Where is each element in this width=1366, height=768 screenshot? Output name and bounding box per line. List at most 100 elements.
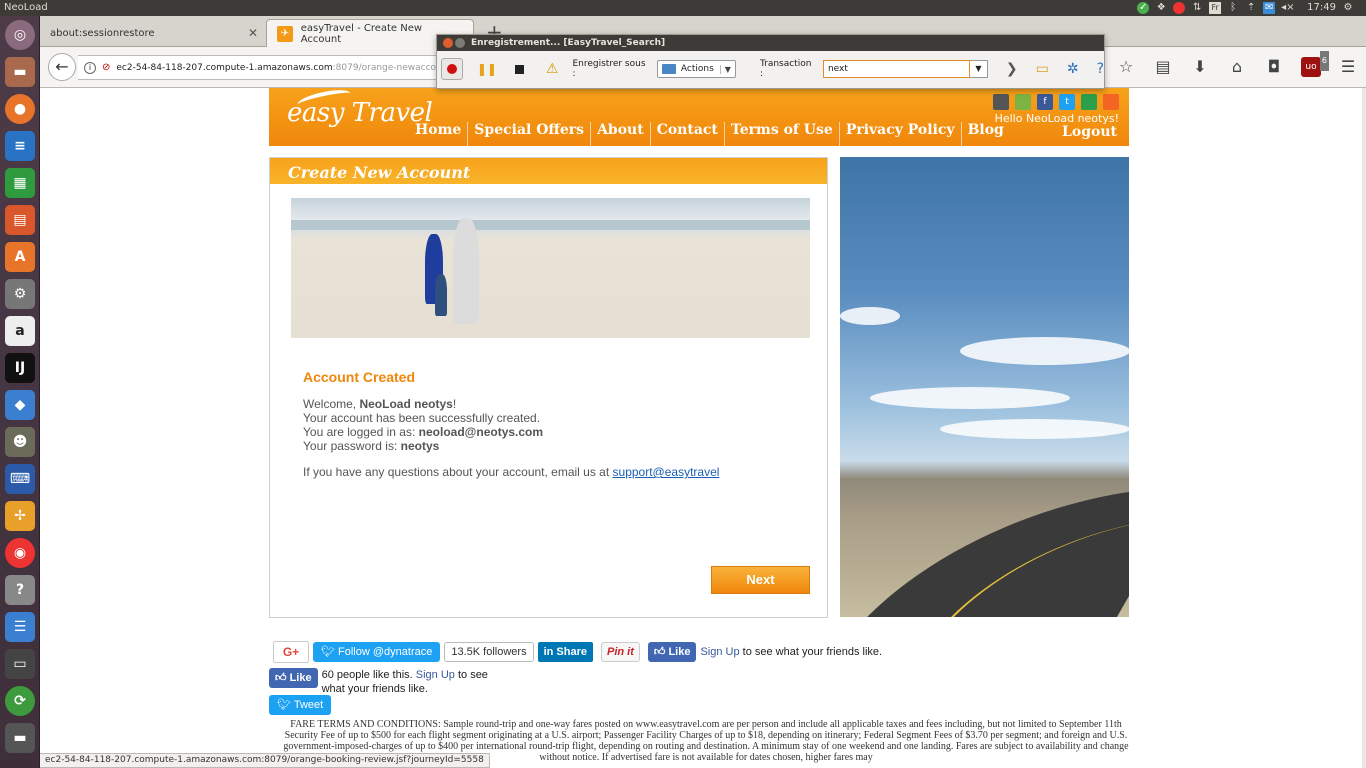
bookmark-star-icon[interactable]: ☆: [1116, 57, 1136, 77]
settings-icon[interactable]: ⚙: [5, 279, 35, 309]
window-close-button[interactable]: [443, 38, 453, 48]
linkedin-share-button[interactable]: in Share: [537, 642, 593, 662]
impress-icon[interactable]: ▤: [5, 205, 35, 235]
chrome-icon[interactable]: [1173, 2, 1186, 14]
info-icon[interactable]: i: [84, 61, 96, 74]
neoload-window-title: Enregistrement... [EasyTravel_Search]: [471, 38, 666, 48]
intellij-icon[interactable]: IJ: [5, 353, 35, 383]
gear-icon[interactable]: ⚙: [1342, 2, 1354, 14]
header-social-icons: f t: [993, 94, 1119, 110]
windows-icon[interactable]: [1081, 94, 1097, 110]
check-icon[interactable]: ✓: [1137, 2, 1150, 14]
road-landscape-image: [840, 157, 1129, 617]
transaction-input[interactable]: next: [822, 60, 970, 78]
ublock-icon[interactable]: uo 6: [1301, 51, 1329, 77]
warning-icon[interactable]: ⚠: [546, 61, 559, 77]
logout-link[interactable]: Logout: [1062, 124, 1117, 140]
facebook-like-button[interactable]: 👍︎ Like: [647, 642, 697, 662]
facebook-icon[interactable]: f: [1037, 94, 1053, 110]
neoload-titlebar[interactable]: Enregistrement... [EasyTravel_Search]: [437, 35, 1104, 51]
user-name: NeoLoad neotys: [359, 397, 453, 411]
calc-icon[interactable]: ▦: [5, 168, 35, 198]
url-bar[interactable]: i ⊘ ec2-54-84-118-207.compute-1.amazonaw…: [78, 55, 478, 80]
nav-special-offers[interactable]: Special Offers: [468, 122, 592, 146]
box-icon[interactable]: ◆: [5, 390, 35, 420]
back-button[interactable]: ←: [48, 53, 76, 81]
keyboard-layout-icon[interactable]: Fr: [1209, 2, 1222, 14]
terminal-icon[interactable]: ▭: [5, 649, 35, 679]
close-icon[interactable]: ✕: [248, 26, 258, 40]
tweet-button[interactable]: 🐦︎ Tweet: [269, 695, 332, 715]
easytravel-favicon-icon: ✈: [277, 25, 293, 42]
writer-icon[interactable]: ≡: [5, 131, 35, 161]
pocket-icon[interactable]: ◘: [1264, 57, 1284, 77]
pinwheel-icon[interactable]: ✢: [5, 501, 35, 531]
amazon-icon[interactable]: a: [5, 316, 35, 346]
record-button[interactable]: [441, 58, 463, 80]
account-created-heading: Account Created: [303, 369, 416, 385]
pinterest-button[interactable]: Pin it: [601, 642, 640, 662]
nav-blog[interactable]: Blog: [962, 122, 1010, 146]
clock[interactable]: 17:49: [1307, 2, 1336, 14]
nav-about[interactable]: About: [591, 122, 651, 146]
ubuntu-dash-icon[interactable]: ◎: [5, 20, 35, 50]
collapse-icon[interactable]: ✲: [1067, 61, 1079, 77]
bluetooth-icon[interactable]: ᛒ: [1227, 2, 1239, 14]
window-minimize-button[interactable]: [455, 38, 465, 48]
record-under-select[interactable]: Actions ▼: [656, 60, 736, 78]
facebook-signup-link-2[interactable]: Sign Up: [416, 669, 455, 681]
reading-list-icon[interactable]: ▤: [1153, 57, 1173, 77]
volume-icon[interactable]: ◂×: [1281, 2, 1294, 14]
google-plus-button[interactable]: G+: [273, 641, 309, 663]
neoload-icon[interactable]: ⟳: [5, 686, 35, 716]
launcher: ◎ ▬ ● ≡ ▦ ▤ A ⚙ a IJ ◆ ☻ ⌨ ✢ ◉ ? ☰ ▭ ⟳ ▬: [0, 16, 40, 768]
help-icon[interactable]: ?: [5, 575, 35, 605]
gimp-icon[interactable]: ☻: [5, 427, 35, 457]
logged-in-line: You are logged in as: neoload@neotys.com: [303, 425, 544, 439]
files-icon[interactable]: ▬: [5, 57, 35, 87]
transaction-label: Transaction :: [759, 59, 812, 79]
insecure-lock-icon[interactable]: ⊘: [102, 62, 110, 73]
facebook-signup-link[interactable]: Sign Up: [700, 646, 739, 658]
system-tray: ✓ ❖ ⇅ Fr ᛒ ⇡ ✉ ◂× 17:49 ⚙: [1137, 1, 1366, 15]
dropbox-icon[interactable]: ❖: [1155, 2, 1167, 14]
remote-desktop-icon[interactable]: ⌨: [5, 464, 35, 494]
network-transfer-icon[interactable]: ⇅: [1191, 2, 1203, 14]
drive-icon[interactable]: ▬: [5, 723, 35, 753]
next-button[interactable]: Next: [711, 566, 810, 594]
support-email-link[interactable]: support@easytravel: [613, 465, 720, 479]
thumbs-up-icon: 👍︎: [275, 672, 290, 684]
nav-contact[interactable]: Contact: [651, 122, 725, 146]
social-share-row: G+ 🐦︎ Follow @dynatrace 13.5K followers …: [273, 641, 882, 663]
stop-icon[interactable]: [514, 64, 524, 74]
apple-icon[interactable]: [993, 94, 1009, 110]
twitter-icon[interactable]: t: [1059, 94, 1075, 110]
facebook-like-button-2[interactable]: 👍︎ Like: [269, 668, 318, 688]
chrome-icon[interactable]: ◉: [5, 538, 35, 568]
person-figure: [453, 218, 479, 324]
android-icon[interactable]: [1015, 94, 1031, 110]
home-icon[interactable]: ⌂: [1227, 57, 1247, 77]
rss-icon[interactable]: [1103, 94, 1119, 110]
nav-privacy-policy[interactable]: Privacy Policy: [840, 122, 962, 146]
download-icon[interactable]: ⬇: [1190, 57, 1210, 77]
open-folder-icon[interactable]: ▭: [1036, 61, 1049, 77]
nav-terms-of-use[interactable]: Terms of Use: [725, 122, 840, 146]
software-center-icon[interactable]: A: [5, 242, 35, 272]
wifi-icon[interactable]: ⇡: [1245, 2, 1257, 14]
firefox-icon[interactable]: ●: [5, 94, 35, 124]
transaction-dropdown[interactable]: ▼: [969, 60, 988, 78]
menu-icon[interactable]: ☰: [1338, 57, 1358, 77]
help-icon[interactable]: ?: [1097, 61, 1104, 77]
page-scrollbar[interactable]: [1362, 88, 1366, 768]
tab-sessionrestore[interactable]: about:sessionrestore ✕: [40, 19, 266, 47]
mail-icon[interactable]: ✉: [1263, 2, 1276, 14]
pause-icon[interactable]: ❚❚: [477, 62, 497, 76]
nav-home[interactable]: Home: [409, 122, 469, 146]
twitter-follow-button[interactable]: 🐦︎ Follow @dynatrace: [313, 642, 441, 662]
network-icon[interactable]: ☰: [5, 612, 35, 642]
panel-title: Create New Account: [270, 158, 827, 184]
next-arrow-icon[interactable]: ❯: [1006, 61, 1018, 77]
neoload-recording-window: Enregistrement... [EasyTravel_Search] ❚❚…: [436, 34, 1105, 89]
ublock-count: 6: [1319, 51, 1329, 71]
